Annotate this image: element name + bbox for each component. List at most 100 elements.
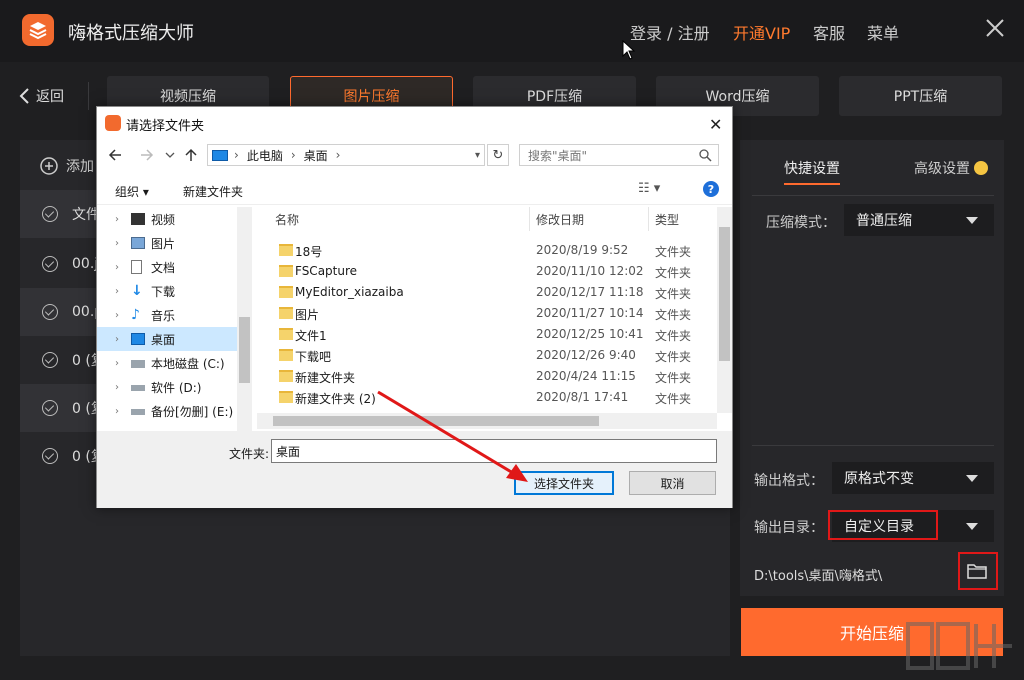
- mode-label: 压缩模式：: [766, 215, 836, 231]
- file-name: 图片: [295, 308, 320, 322]
- file-date: 2020/8/19 9:52: [536, 243, 629, 257]
- table-row[interactable]: 文件1 2020/12/25 10:41 文件夹: [257, 324, 717, 345]
- annotation-arrow: [377, 390, 528, 482]
- tree-item-downloads[interactable]: › ↓ 下载: [97, 279, 237, 303]
- dir-label: 输出目录：: [754, 520, 824, 536]
- tree-item-drive-e[interactable]: › 备份[勿删] (E:): [97, 399, 237, 423]
- search-placeholder: 搜索"桌面": [528, 148, 588, 163]
- tree-item-drive-d[interactable]: › 软件 (D:): [97, 375, 237, 399]
- file-name: 下载吧: [295, 350, 332, 364]
- search-icon: [699, 149, 712, 162]
- service-link[interactable]: 客服: [813, 20, 845, 44]
- table-row[interactable]: 18号 2020/8/19 9:52 文件夹: [257, 240, 717, 261]
- table-row[interactable]: 图片 2020/11/27 10:14 文件夹: [257, 303, 717, 324]
- file-type: 文件夹: [655, 371, 692, 385]
- column-name[interactable]: 名称: [275, 211, 299, 228]
- file-name: 新建文件夹: [295, 371, 356, 385]
- check-circle-icon[interactable]: [42, 352, 58, 368]
- drive-icon: [131, 409, 145, 415]
- tree-item-video[interactable]: › 视频: [97, 207, 237, 231]
- table-row[interactable]: FSCapture 2020/11/10 12:02 文件夹: [257, 261, 717, 282]
- folder-icon: [279, 286, 293, 298]
- folder-icon: [279, 328, 293, 340]
- tree-item-drive-c[interactable]: › 本地磁盘 (C:): [97, 351, 237, 375]
- vip-link[interactable]: 开通VIP: [733, 20, 790, 44]
- back-label: 返回: [36, 89, 64, 105]
- table-row[interactable]: MyEditor_xiazaiba 2020/12/17 11:18 文件夹: [257, 282, 717, 303]
- check-circle-icon[interactable]: [42, 304, 58, 320]
- file-type: 文件夹: [655, 392, 692, 406]
- file-date: 2020/12/25 10:41: [536, 327, 644, 341]
- forward-arrow-icon[interactable]: [139, 147, 155, 163]
- file-date: 2020/11/10 12:02: [536, 264, 644, 278]
- scrollbar-thumb[interactable]: [719, 227, 730, 361]
- chevron-right-icon: ›: [115, 357, 119, 369]
- help-icon[interactable]: ?: [703, 181, 719, 197]
- caret-down-icon: [966, 475, 978, 482]
- column-date[interactable]: 修改日期: [536, 211, 584, 228]
- tree-item-label: 音乐: [151, 308, 176, 323]
- chevron-right-icon: ›: [115, 309, 119, 321]
- mouse-cursor-icon: [622, 40, 636, 60]
- back-arrow-icon[interactable]: [107, 147, 123, 163]
- view-options-icon[interactable]: ☷ ▾: [638, 181, 660, 196]
- file-name: 18号: [295, 245, 323, 259]
- sort-up-icon: ^: [394, 207, 403, 214]
- format-value: 原格式不变: [844, 471, 914, 487]
- chevron-down-icon[interactable]: ▾: [475, 150, 480, 161]
- close-icon[interactable]: ✕: [709, 115, 722, 134]
- cancel-button[interactable]: 取消: [629, 471, 716, 495]
- organize-button[interactable]: 组织 ▾: [115, 183, 149, 200]
- tree-item-label: 本地磁盘 (C:): [151, 356, 225, 371]
- login-link[interactable]: 登录 / 注册: [630, 20, 710, 44]
- column-divider: [529, 207, 530, 231]
- tree-item-documents[interactable]: › 文档: [97, 255, 237, 279]
- up-arrow-icon[interactable]: [183, 147, 199, 163]
- tree-item-music[interactable]: › ♪ 音乐: [97, 303, 237, 327]
- breadcrumb-item[interactable]: 此电脑: [247, 147, 283, 164]
- chevron-right-icon: ›: [290, 148, 296, 162]
- compression-mode-select[interactable]: 普通压缩: [844, 204, 994, 236]
- scrollbar-thumb[interactable]: [239, 317, 250, 383]
- tab-ppt[interactable]: PPT压缩: [839, 76, 1002, 116]
- menu-link[interactable]: 菜单: [867, 20, 899, 44]
- check-circle-icon[interactable]: [42, 256, 58, 272]
- close-icon[interactable]: [983, 16, 1007, 40]
- folder-icon: [279, 370, 293, 382]
- check-circle-icon[interactable]: [42, 448, 58, 464]
- highlight-box: [958, 552, 998, 590]
- address-bar[interactable]: › 此电脑 › 桌面 › ▾: [207, 144, 485, 166]
- back-button[interactable]: 返回: [18, 86, 64, 106]
- folder-icon: [279, 244, 293, 256]
- file-type: 文件夹: [655, 350, 692, 364]
- chevron-right-icon: ›: [335, 148, 341, 162]
- tree-item-label: 下载: [151, 284, 176, 299]
- vip-coin-icon: [974, 161, 988, 175]
- new-folder-button[interactable]: 新建文件夹: [183, 183, 243, 200]
- tab-advanced-settings[interactable]: 高级设置: [914, 158, 988, 178]
- folder-icon: [279, 391, 293, 403]
- search-input[interactable]: 搜索"桌面": [519, 144, 719, 166]
- add-label: 添加: [66, 159, 94, 175]
- dialog-toolbar: 组织 ▾ 新建文件夹 ☷ ▾ ?: [97, 175, 732, 205]
- list-item-label: 00.j: [72, 256, 99, 272]
- add-file-button[interactable]: 添加: [40, 156, 94, 176]
- file-type: 文件夹: [655, 245, 692, 259]
- file-date: 2020/8/1 17:41: [536, 390, 629, 404]
- picture-icon: [131, 237, 145, 249]
- tree-item-label: 桌面: [151, 332, 176, 347]
- tree-item-desktop[interactable]: › 桌面: [97, 327, 237, 351]
- breadcrumb-item[interactable]: 桌面: [304, 147, 328, 164]
- app-logo-icon: [105, 115, 121, 131]
- output-path: D:\tools\桌面\嗨格式\: [754, 569, 883, 584]
- chevron-down-icon[interactable]: [165, 151, 175, 159]
- tree-item-pictures[interactable]: › 图片: [97, 231, 237, 255]
- refresh-icon[interactable]: ↻: [487, 144, 509, 166]
- chevron-left-icon: [19, 88, 29, 104]
- output-format-select[interactable]: 原格式不变: [832, 462, 994, 494]
- check-circle-icon[interactable]: [42, 206, 58, 222]
- check-circle-icon[interactable]: [42, 400, 58, 416]
- table-row[interactable]: 下载吧 2020/12/26 9:40 文件夹: [257, 345, 717, 366]
- column-type[interactable]: 类型: [655, 211, 679, 228]
- tab-quick-settings[interactable]: 快捷设置: [784, 158, 840, 178]
